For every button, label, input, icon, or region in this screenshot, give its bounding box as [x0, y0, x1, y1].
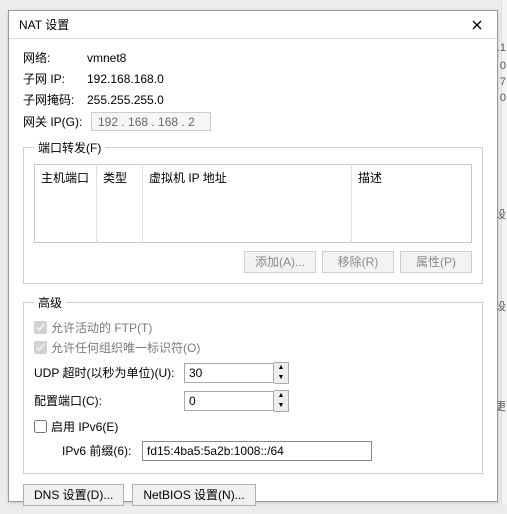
- allow-active-ftp-label: 允许活动的 FTP(T): [51, 319, 152, 336]
- col-vm-ip[interactable]: 虚拟机 IP 地址: [143, 165, 352, 191]
- netbios-settings-button[interactable]: NetBIOS 设置(N)...: [132, 484, 255, 506]
- bg-text: 0: [500, 92, 506, 104]
- udp-timeout-label: UDP 超时(以秒为单位)(U):: [34, 364, 184, 381]
- background-edge: .1 0 7 0 设 设 更: [501, 0, 507, 504]
- subnet-ip-label: 子网 IP:: [23, 70, 87, 87]
- config-port-input[interactable]: [184, 391, 274, 411]
- titlebar: NAT 设置: [9, 11, 497, 39]
- port-forwarding-legend: 端口转发(F): [34, 139, 105, 156]
- port-forwarding-group: 端口转发(F) 主机端口 类型 虚拟机 IP 地址 描述 添加(A)... 移除…: [23, 139, 483, 284]
- allow-org-id-checkbox[interactable]: 允许任何组织唯一标识符(O): [34, 339, 472, 356]
- allow-org-id-input[interactable]: [34, 341, 47, 354]
- network-value: vmnet8: [87, 51, 126, 65]
- dns-settings-button[interactable]: DNS 设置(D)...: [23, 484, 124, 506]
- network-label: 网络:: [23, 49, 87, 66]
- subnet-mask-value: 255.255.255.0: [87, 93, 164, 107]
- config-port-up[interactable]: ▲: [274, 391, 288, 401]
- allow-active-ftp-checkbox[interactable]: 允许活动的 FTP(T): [34, 319, 472, 336]
- config-port-down[interactable]: ▼: [274, 401, 288, 411]
- bg-text: 0: [500, 60, 506, 72]
- col-type[interactable]: 类型: [97, 165, 143, 191]
- enable-ipv6-checkbox[interactable]: 启用 IPv6(E): [34, 418, 472, 435]
- ipv6-prefix-input[interactable]: [142, 441, 372, 461]
- close-button[interactable]: [463, 15, 491, 35]
- udp-timeout-up[interactable]: ▲: [274, 363, 288, 373]
- close-icon: [472, 20, 482, 30]
- bg-text: .1: [497, 42, 506, 54]
- udp-timeout-input[interactable]: [184, 363, 274, 383]
- port-forwarding-table[interactable]: 主机端口 类型 虚拟机 IP 地址 描述: [34, 164, 472, 243]
- gateway-label: 网关 IP(G):: [23, 113, 91, 130]
- enable-ipv6-label: 启用 IPv6(E): [51, 418, 118, 435]
- properties-button: 属性(P): [400, 251, 472, 273]
- subnet-mask-label: 子网掩码:: [23, 91, 87, 108]
- nat-settings-window: NAT 设置 网络: vmnet8 子网 IP: 192.168.168.0 子…: [8, 10, 498, 502]
- ipv6-prefix-label: IPv6 前缀(6):: [62, 442, 142, 459]
- table-row: [35, 190, 472, 242]
- col-desc[interactable]: 描述: [352, 165, 472, 191]
- subnet-ip-value: 192.168.168.0: [87, 72, 164, 86]
- udp-timeout-down[interactable]: ▼: [274, 373, 288, 383]
- col-host-port[interactable]: 主机端口: [35, 165, 97, 191]
- advanced-legend: 高级: [34, 294, 66, 311]
- bg-text: 7: [500, 76, 506, 88]
- window-title: NAT 设置: [19, 16, 69, 33]
- allow-active-ftp-input[interactable]: [34, 321, 47, 334]
- enable-ipv6-input[interactable]: [34, 420, 47, 433]
- remove-button: 移除(R): [322, 251, 394, 273]
- add-button: 添加(A)...: [244, 251, 316, 273]
- gateway-ip-field[interactable]: 192 . 168 . 168 . 2: [91, 112, 211, 131]
- config-port-label: 配置端口(C):: [34, 392, 184, 409]
- allow-org-id-label: 允许任何组织唯一标识符(O): [51, 339, 200, 356]
- advanced-group: 高级 允许活动的 FTP(T) 允许任何组织唯一标识符(O) UDP 超时(以秒…: [23, 294, 483, 474]
